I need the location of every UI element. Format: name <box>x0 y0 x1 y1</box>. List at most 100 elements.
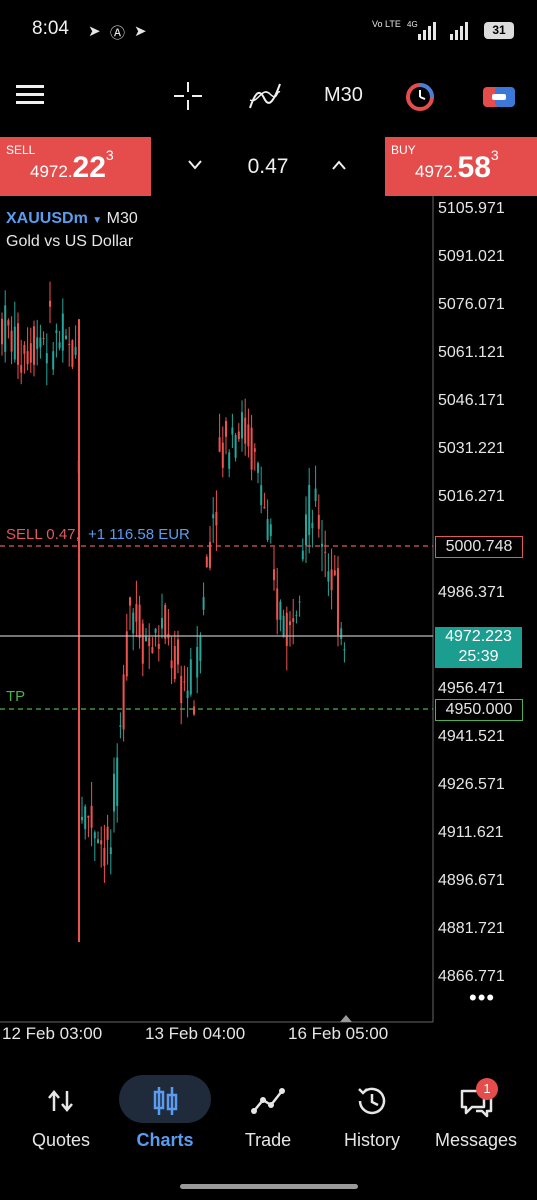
candle-body <box>330 569 333 591</box>
candle-body <box>266 519 269 540</box>
candle-body <box>81 816 83 821</box>
sell-button[interactable]: SELL 4972.223 <box>0 137 151 196</box>
home-indicator[interactable] <box>180 1184 358 1189</box>
candle-body <box>100 840 103 845</box>
candle-body <box>132 612 135 634</box>
trade-panel-icon[interactable] <box>483 84 515 110</box>
candle-body <box>125 631 128 677</box>
candle-body <box>215 511 218 526</box>
tp-level-box: 4950.000 <box>435 699 523 721</box>
one-click-trading-icon[interactable] <box>404 81 436 113</box>
y-tick-10: 4926.571 <box>438 776 505 793</box>
candle-body <box>116 757 119 806</box>
candle-body <box>157 643 160 649</box>
candle-body <box>260 485 263 506</box>
candle-body <box>324 551 327 553</box>
candle-body <box>161 618 163 629</box>
candle-body <box>90 805 93 828</box>
candle-body <box>33 326 35 365</box>
sell-price-fraction: 3 <box>105 147 114 163</box>
candle-body <box>135 604 138 622</box>
candle-body <box>61 313 64 351</box>
crosshair-icon[interactable] <box>172 80 204 112</box>
candle-body <box>295 615 298 617</box>
lot-increase-icon[interactable] <box>331 159 347 171</box>
menu-icon[interactable] <box>16 84 44 106</box>
candle-body <box>253 448 256 452</box>
chart-symbol[interactable]: XAUUSDm ▼ M30 <box>6 210 138 228</box>
candle-body <box>343 649 346 651</box>
status-time: 8:04 <box>32 18 69 39</box>
candle-body <box>186 690 189 699</box>
candle-body <box>164 604 167 639</box>
indicators-icon[interactable] <box>248 80 282 112</box>
y-tick-6: 5016.271 <box>438 488 505 505</box>
candle-body <box>221 442 224 468</box>
candle-body <box>289 621 291 626</box>
history-icon <box>358 1087 386 1115</box>
candle-body <box>237 431 240 440</box>
buy-button[interactable]: BUY 4972.583 <box>385 137 537 196</box>
price-chart[interactable] <box>0 196 537 1026</box>
candle-body <box>202 597 205 610</box>
sell-level-box: 5000.748 <box>435 536 523 558</box>
candle-body <box>205 556 208 568</box>
candle-body <box>151 647 154 653</box>
sell-price-pips: 22 <box>72 151 106 184</box>
charts-icon <box>153 1087 178 1115</box>
buy-price: 4972.583 <box>415 147 499 185</box>
candle-body <box>189 659 192 695</box>
tab-trade-label: Trade <box>244 1130 292 1150</box>
candle-body <box>58 342 61 349</box>
candle-body <box>84 806 87 830</box>
more-options-icon[interactable]: ••• <box>469 985 495 1011</box>
candle-body <box>87 815 90 818</box>
tab-trade[interactable]: Trade <box>218 1075 318 1155</box>
candle-body <box>23 345 26 354</box>
tab-history[interactable]: History <box>322 1075 422 1155</box>
candle-body <box>340 628 343 639</box>
buy-price-main: 4972. <box>415 162 458 181</box>
candle-body <box>269 524 272 536</box>
lot-selector: 0.47 <box>151 137 385 196</box>
tab-messages-label: Messages <box>434 1130 518 1150</box>
chart-shift-marker <box>340 1015 352 1022</box>
candle-body <box>199 636 202 662</box>
y-tick-14: 4866.771 <box>438 968 505 985</box>
telegram-icon-2: ➤ <box>134 23 147 40</box>
y-tick-2: 5076.071 <box>438 296 505 313</box>
tab-history-label: History <box>343 1130 400 1150</box>
symbol-name: XAUUSDm <box>6 210 88 227</box>
candle-body <box>193 706 195 715</box>
candle-body <box>20 365 23 373</box>
tab-charts[interactable]: Charts <box>115 1075 215 1155</box>
tab-quotes-label: Quotes <box>31 1130 91 1150</box>
candle-body <box>106 826 109 840</box>
take-profit-label[interactable]: TP <box>6 688 25 705</box>
candle-body <box>141 623 144 664</box>
candle-body <box>263 506 266 509</box>
candle-body <box>17 323 19 365</box>
lot-value[interactable]: 0.47 <box>151 155 385 179</box>
candle-body <box>113 773 115 812</box>
trade-icon <box>251 1088 285 1114</box>
bid-price: 4972.223 <box>445 628 512 645</box>
y-tick-5: 5031.221 <box>438 440 505 457</box>
candle-body <box>218 437 221 452</box>
candle-body <box>103 847 106 866</box>
candle-body <box>231 427 234 435</box>
candle-body <box>138 604 141 638</box>
tab-quotes[interactable]: Quotes <box>11 1075 111 1155</box>
timeframe-button[interactable]: M30 <box>324 84 363 107</box>
candle-body <box>119 725 122 727</box>
candle-body <box>68 343 71 345</box>
bar-timer: 25:39 <box>458 648 499 665</box>
candle-body <box>337 568 339 636</box>
y-tick-8: 4956.471 <box>438 680 505 697</box>
candle-body <box>1 318 3 345</box>
y-tick-1: 5091.021 <box>438 248 505 265</box>
bid-price-box: 4972.223 25:39 <box>435 627 522 668</box>
candle-body <box>276 588 279 620</box>
position-label[interactable]: SELL 0.47, +1 116.58 EUR <box>6 526 190 543</box>
candle-body <box>71 340 74 368</box>
